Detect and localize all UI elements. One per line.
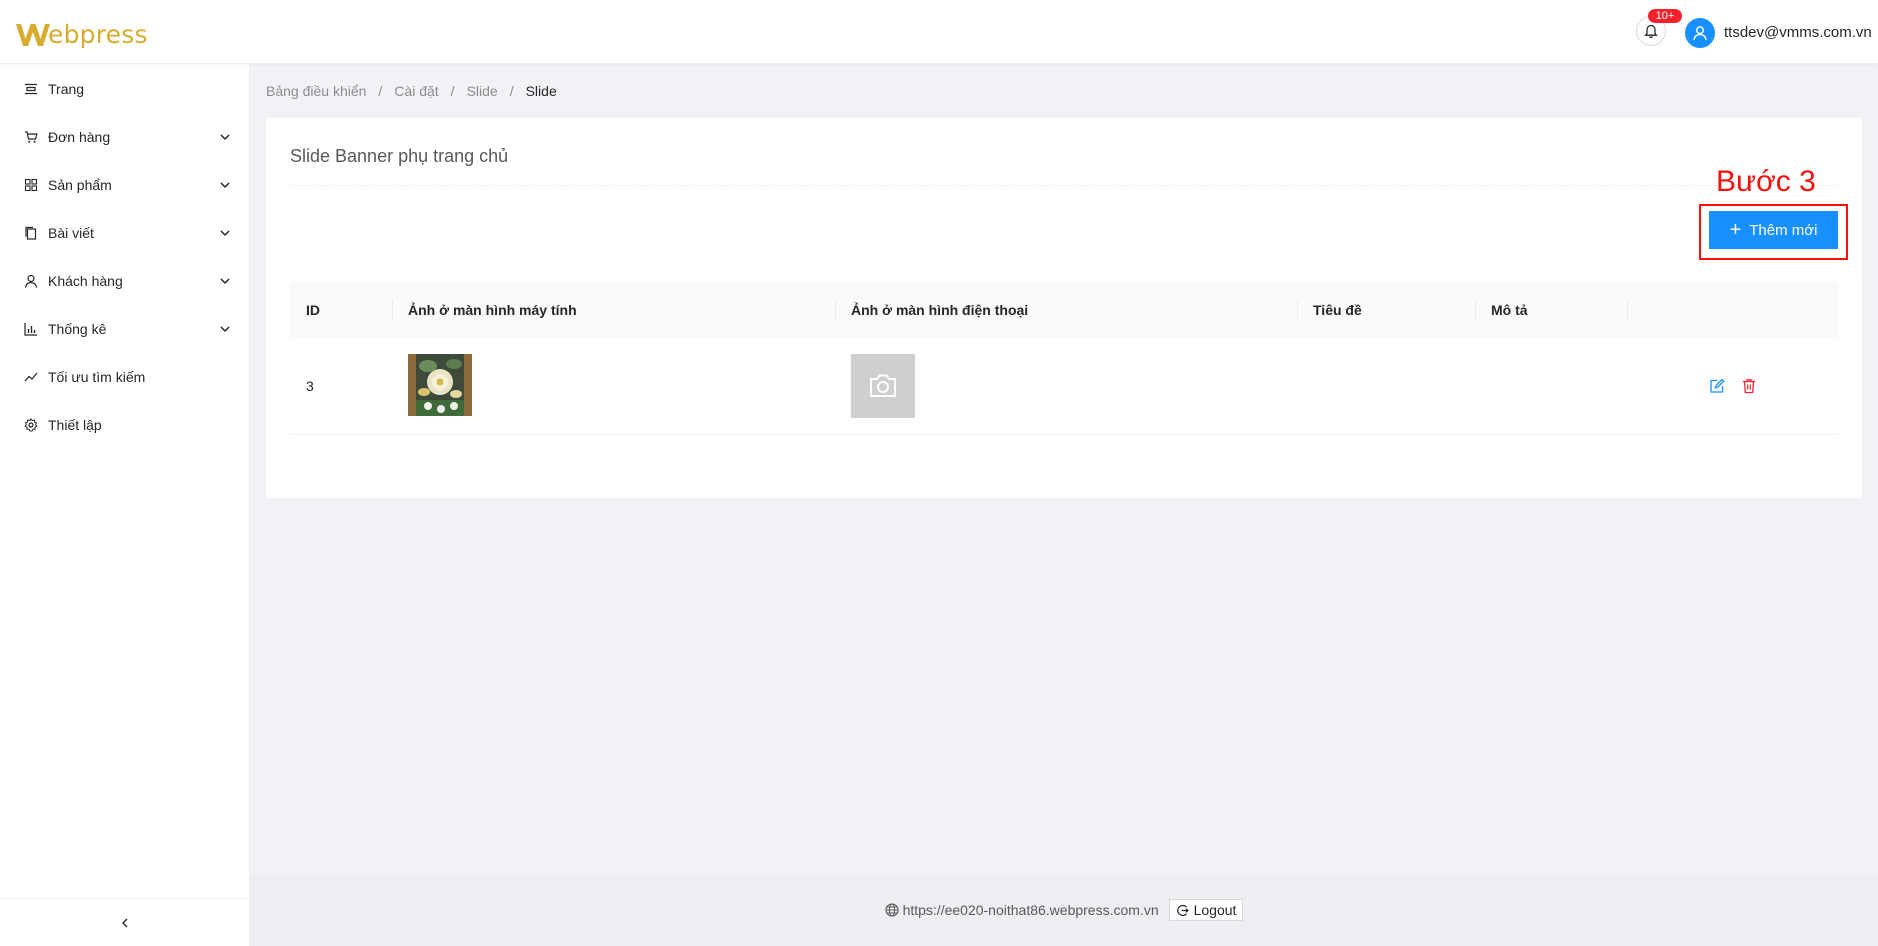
slide-table: ID Ảnh ở màn hình máy tính Ảnh ở màn hìn… [290, 282, 1838, 435]
slide-card: Slide Banner phụ trang chủ Bước 3 + Thêm… [266, 118, 1862, 498]
sidebar-item-label: Đơn hàng [48, 129, 111, 145]
breadcrumb-current: Slide [525, 83, 557, 99]
site-url[interactable]: https://ee020-noithat86.webpress.com.vn [885, 902, 1159, 918]
footer: https://ee020-noithat86.webpress.com.vn … [250, 874, 1878, 946]
cell-mobile-image [835, 354, 1297, 418]
sidebar-item-label: Trang [48, 81, 85, 97]
site-url-text: https://ee020-noithat86.webpress.com.vn [902, 902, 1159, 918]
breadcrumb-separator: / [509, 83, 514, 99]
logout-icon [1176, 904, 1189, 916]
copy-icon [25, 226, 37, 240]
logout-button[interactable]: Logout [1168, 899, 1244, 921]
breadcrumb-separator: / [378, 83, 383, 99]
cell-id: 3 [306, 378, 314, 394]
title-divider [290, 185, 1838, 186]
logo-text: ebpress [48, 20, 148, 49]
sidebar: Trang Đơn hàng Sản phẩm Bài viết Khách h… [0, 64, 250, 946]
sidebar-item-label: Sản phẩm [48, 177, 112, 193]
sidebar-item-thiet-lap[interactable]: Thiết lập [0, 401, 249, 449]
sidebar-item-label: Bài viết [48, 225, 94, 241]
chevron-left-icon [122, 918, 128, 927]
sidebar-item-san-pham[interactable]: Sản phẩm [0, 161, 249, 209]
chevron-down-icon [220, 182, 230, 189]
delete-icon[interactable] [1741, 378, 1757, 394]
breadcrumb-settings[interactable]: Cài đặt [394, 83, 438, 99]
logo-w-mark [16, 24, 50, 46]
chevron-down-icon [220, 278, 230, 285]
avatar[interactable] [1685, 18, 1715, 48]
cell-actions [1627, 378, 1838, 394]
header-desktop-image: Ảnh ở màn hình máy tính [392, 282, 835, 338]
table-header: ID Ảnh ở màn hình máy tính Ảnh ở màn hìn… [290, 282, 1838, 338]
sidebar-item-trang[interactable]: Trang [0, 65, 249, 113]
header-id: ID [306, 302, 320, 318]
edit-icon[interactable] [1709, 378, 1725, 394]
sidebar-item-label: Khách hàng [48, 273, 123, 289]
sidebar-item-thong-ke[interactable]: Thống kê [0, 305, 249, 353]
breadcrumb: Bảng điều khiển / Cài đặt / Slide / Slid… [266, 83, 557, 99]
header-mobile-image: Ảnh ở màn hình điện thoại [835, 282, 1297, 338]
sidebar-item-toi-uu-tim-kiem[interactable]: Tối ưu tìm kiếm [0, 353, 249, 401]
header-title: Tiêu đề [1297, 282, 1475, 338]
trend-icon [24, 372, 38, 382]
mobile-image-placeholder[interactable] [851, 354, 915, 418]
globe-icon [885, 903, 899, 917]
sidebar-item-khach-hang[interactable]: Khách hàng [0, 257, 249, 305]
table-row: 3 [290, 338, 1838, 435]
sidebar-item-label: Thống kê [48, 321, 107, 337]
breadcrumb-dashboard[interactable]: Bảng điều khiển [266, 83, 366, 99]
camera-placeholder-icon [870, 374, 896, 397]
plus-icon: + [1729, 219, 1742, 241]
breadcrumb-slide-parent[interactable]: Slide [467, 83, 498, 99]
bell-icon [1644, 24, 1658, 38]
notification-badge: 10+ [1648, 9, 1682, 23]
cell-desktop-image [392, 353, 835, 419]
user-email[interactable]: ttsdev@vmms.com.vn [1724, 24, 1872, 41]
add-new-label: Thêm mới [1749, 221, 1818, 239]
sidebar-collapse-button[interactable] [0, 898, 250, 946]
add-new-button[interactable]: + Thêm mới [1709, 211, 1838, 249]
chevron-down-icon [220, 326, 230, 333]
breadcrumb-separator: / [450, 83, 455, 99]
page-title: Slide Banner phụ trang chủ [290, 146, 509, 166]
flower-painting-thumbnail[interactable] [408, 353, 472, 416]
chevron-down-icon [220, 230, 230, 237]
user-icon [24, 274, 38, 288]
grid-icon [24, 178, 38, 192]
chevron-down-icon [220, 134, 230, 141]
header-actions [1627, 282, 1838, 338]
sidebar-item-label: Tối ưu tìm kiếm [48, 369, 146, 385]
sidebar-item-bai-viet[interactable]: Bài viết [0, 209, 249, 257]
step-annotation: Bước 3 [1716, 165, 1816, 198]
user-avatar-icon [1693, 26, 1707, 41]
gear-icon [24, 418, 38, 432]
sidebar-item-don-hang[interactable]: Đơn hàng [0, 113, 249, 161]
cart-icon [25, 131, 38, 143]
logout-label: Logout [1193, 902, 1237, 918]
top-header: ebpress 10+ ttsdev@vmms.com.vn [0, 0, 1878, 64]
header-description: Mô tả [1475, 282, 1627, 338]
webpress-logo[interactable]: ebpress [15, 16, 148, 50]
bar-chart-icon [24, 323, 37, 336]
pages-icon [25, 83, 37, 95]
sidebar-item-label: Thiết lập [48, 417, 102, 433]
